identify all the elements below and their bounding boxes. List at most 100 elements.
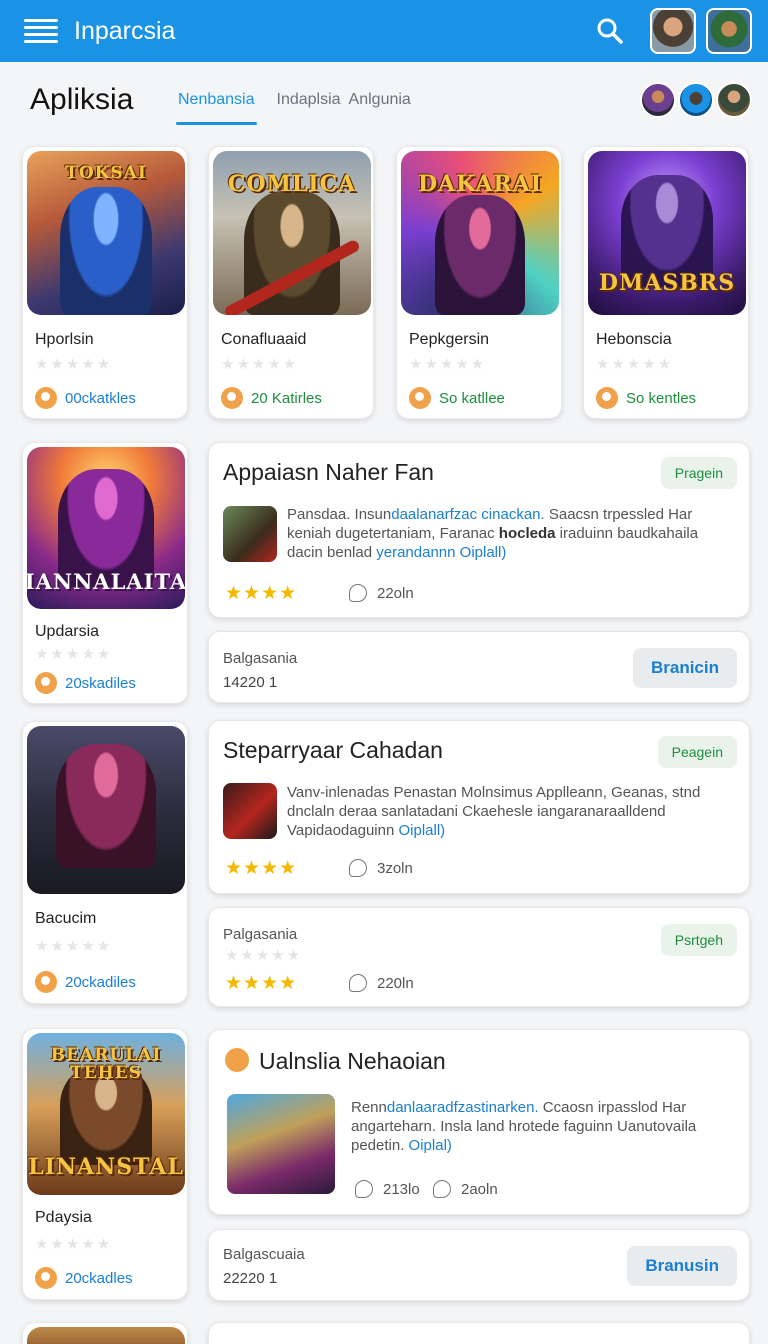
sub-card[interactable]: Balgascuaia 22220 1 Branusin	[208, 1229, 750, 1301]
thumbnail-title: BEARULAI TEHES	[50, 1045, 162, 1083]
detail-card[interactable]: Ualnslia Nehaoian Renndanlaaradfzastinar…	[208, 1029, 750, 1215]
friend-avatar[interactable]	[716, 82, 752, 118]
app-name: Pdaysia	[35, 1209, 92, 1226]
downloads: 20 Katirles	[221, 387, 322, 409]
rating-stars-empty: ★★★★★	[225, 947, 303, 964]
hamburger-icon[interactable]	[24, 19, 58, 43]
status-pill[interactable]: Peagein	[657, 736, 737, 768]
app-mini-thumb	[227, 1094, 335, 1194]
app-card[interactable]: IANNALAITA Updarsia ★★★★★ 20skadiles	[22, 442, 188, 704]
app-thumbnail: DAKARAI	[401, 151, 559, 315]
app-card[interactable]: TOKSAI Hporlsin ★★★★★ 00ckatkles	[22, 146, 188, 419]
branicin-button[interactable]: Branicin	[632, 648, 737, 688]
downloads: 20ckadiles	[35, 971, 136, 993]
app-card[interactable]: DMASBRS Hebonscia ★★★★★ So kentles	[583, 146, 749, 419]
rating-stars: ★★★★	[225, 858, 298, 879]
sub-label: Balgasania	[223, 650, 298, 667]
rating-stars: ★★★★★	[221, 356, 299, 373]
tab-nenbansia[interactable]: Nenbansia	[176, 81, 256, 125]
app-thumbnail: TOKSAI	[27, 151, 185, 315]
thumbnail-title: COMLICA	[227, 171, 357, 197]
search-icon[interactable]	[590, 11, 630, 51]
friend-avatar[interactable]	[640, 82, 676, 118]
downloads: So kentles	[596, 387, 696, 409]
friend-avatar[interactable]	[678, 82, 714, 118]
detail-description: Vanv-inlenadas Penastan Molnsimus Applle…	[287, 784, 701, 839]
thumbnail-title: TOKSAI	[65, 163, 147, 183]
page-title: Apliksia	[30, 83, 134, 116]
search-badge-icon	[225, 1048, 249, 1072]
app-bar: Inparcsia	[0, 0, 768, 62]
download-icon	[35, 971, 57, 993]
rating-stars: ★★★★★	[35, 1236, 113, 1253]
rating-count: 2aoln	[433, 1180, 498, 1198]
app-card[interactable]: COMLICA Conafluaaid ★★★★★ 20 Katirles	[208, 146, 374, 419]
download-icon	[221, 387, 243, 409]
app-card[interactable]: DAKARAI Pepkgersin ★★★★★ So katllee	[396, 146, 562, 419]
comment-icon	[349, 974, 367, 992]
rating-stars: ★★★★★	[409, 356, 487, 373]
comment-count: 213lo	[355, 1180, 420, 1198]
download-icon	[35, 672, 57, 694]
rating-stars: ★★★★★	[596, 356, 674, 373]
app-thumbnail: DMASBRS	[588, 151, 746, 315]
section-header: Apliksia Nenbansia Indaplsia Anlgunia	[0, 62, 768, 138]
rating-count: 3zoln	[349, 859, 413, 877]
app-thumbnail	[27, 726, 185, 894]
tab-anlgunia[interactable]: Anlgunia	[349, 81, 411, 119]
app-card[interactable]: BEARULAI TEHES LINANSTAL Pdaysia ★★★★★ 2…	[22, 1028, 188, 1300]
rating-stars: ★★★★★	[35, 356, 113, 373]
app-thumbnail	[27, 1327, 185, 1344]
rating-stars: ★★★★★	[35, 938, 113, 955]
app-name: Hporlsin	[35, 331, 94, 348]
rating-stars: ★★★★	[225, 583, 298, 604]
sub-label: Balgascuaia	[223, 1246, 305, 1263]
app-card-partial[interactable]	[22, 1322, 188, 1344]
thumbnail-title: IANNALAITA	[27, 568, 185, 594]
app-card[interactable]: Bacucim ★★★★★ 20ckadiles	[22, 721, 188, 1004]
app-name: Hebonscia	[596, 331, 672, 348]
app-name: Updarsia	[35, 623, 100, 640]
tab-indaplsia[interactable]: Indaplsia	[277, 81, 341, 119]
profile-avatar-secondary[interactable]	[706, 8, 752, 54]
thumbnail-title: DAKARAI	[417, 171, 543, 197]
downloads: 20skadiles	[35, 672, 136, 694]
status-pill[interactable]: Psrtgeh	[660, 924, 737, 956]
app-title: Inparcsia	[74, 16, 176, 45]
sub-label: Palgasania	[223, 926, 298, 943]
rating-count: 22oln	[349, 584, 414, 602]
detail-description: Renndanlaaradfzastinarken. Ccaosn irpass…	[351, 1099, 697, 1154]
comment-icon	[355, 1180, 373, 1198]
status-pill[interactable]: Pragein	[660, 457, 737, 489]
profile-avatar[interactable]	[650, 8, 696, 54]
thumbnail-subtitle: LINANSTAL	[28, 1153, 184, 1180]
detail-description: Pansdaa. Insundaalanarfzac cinackan. Saa…	[287, 506, 699, 561]
app-mini-thumb	[223, 506, 277, 562]
thumbnail-title: DMASBRS	[598, 269, 736, 296]
branusin-button[interactable]: Branusin	[627, 1246, 737, 1286]
detail-title: Ualnslia Nehaoian	[259, 1048, 446, 1074]
downloads: 00ckatkles	[35, 387, 136, 409]
detail-card[interactable]: Appaiasn Naher Fan Pragein Pansdaa. Insu…	[208, 442, 750, 618]
app-thumbnail: IANNALAITA	[27, 447, 185, 609]
download-icon	[409, 387, 431, 409]
downloads: So katllee	[409, 387, 505, 409]
thumbnail-title	[102, 874, 110, 886]
rating-count: 220ln	[349, 974, 414, 992]
app-name: Pepkgersin	[409, 331, 490, 348]
detail-card[interactable]: Steparryaar Cahadan Peagein Vanv-inlenad…	[208, 720, 750, 894]
detail-card-partial[interactable]	[208, 1322, 750, 1344]
sub-card[interactable]: Palgasania ★★★★★ Psrtgeh ★★★★ 220ln	[208, 907, 750, 1007]
download-icon	[596, 387, 618, 409]
app-thumbnail: BEARULAI TEHES LINANSTAL	[27, 1033, 185, 1195]
sub-card[interactable]: Balgasania 14220 1 Branicin	[208, 631, 750, 703]
comment-icon	[349, 859, 367, 877]
sub-number: 14220 1	[223, 674, 278, 691]
sub-number: 22220 1	[223, 1270, 278, 1287]
detail-title: Appaiasn Naher Fan	[223, 459, 434, 485]
download-icon	[35, 387, 57, 409]
app-mini-thumb	[223, 783, 277, 839]
app-name: Bacucim	[35, 910, 97, 927]
app-name: Conafluaaid	[221, 331, 307, 348]
comment-icon	[433, 1180, 451, 1198]
